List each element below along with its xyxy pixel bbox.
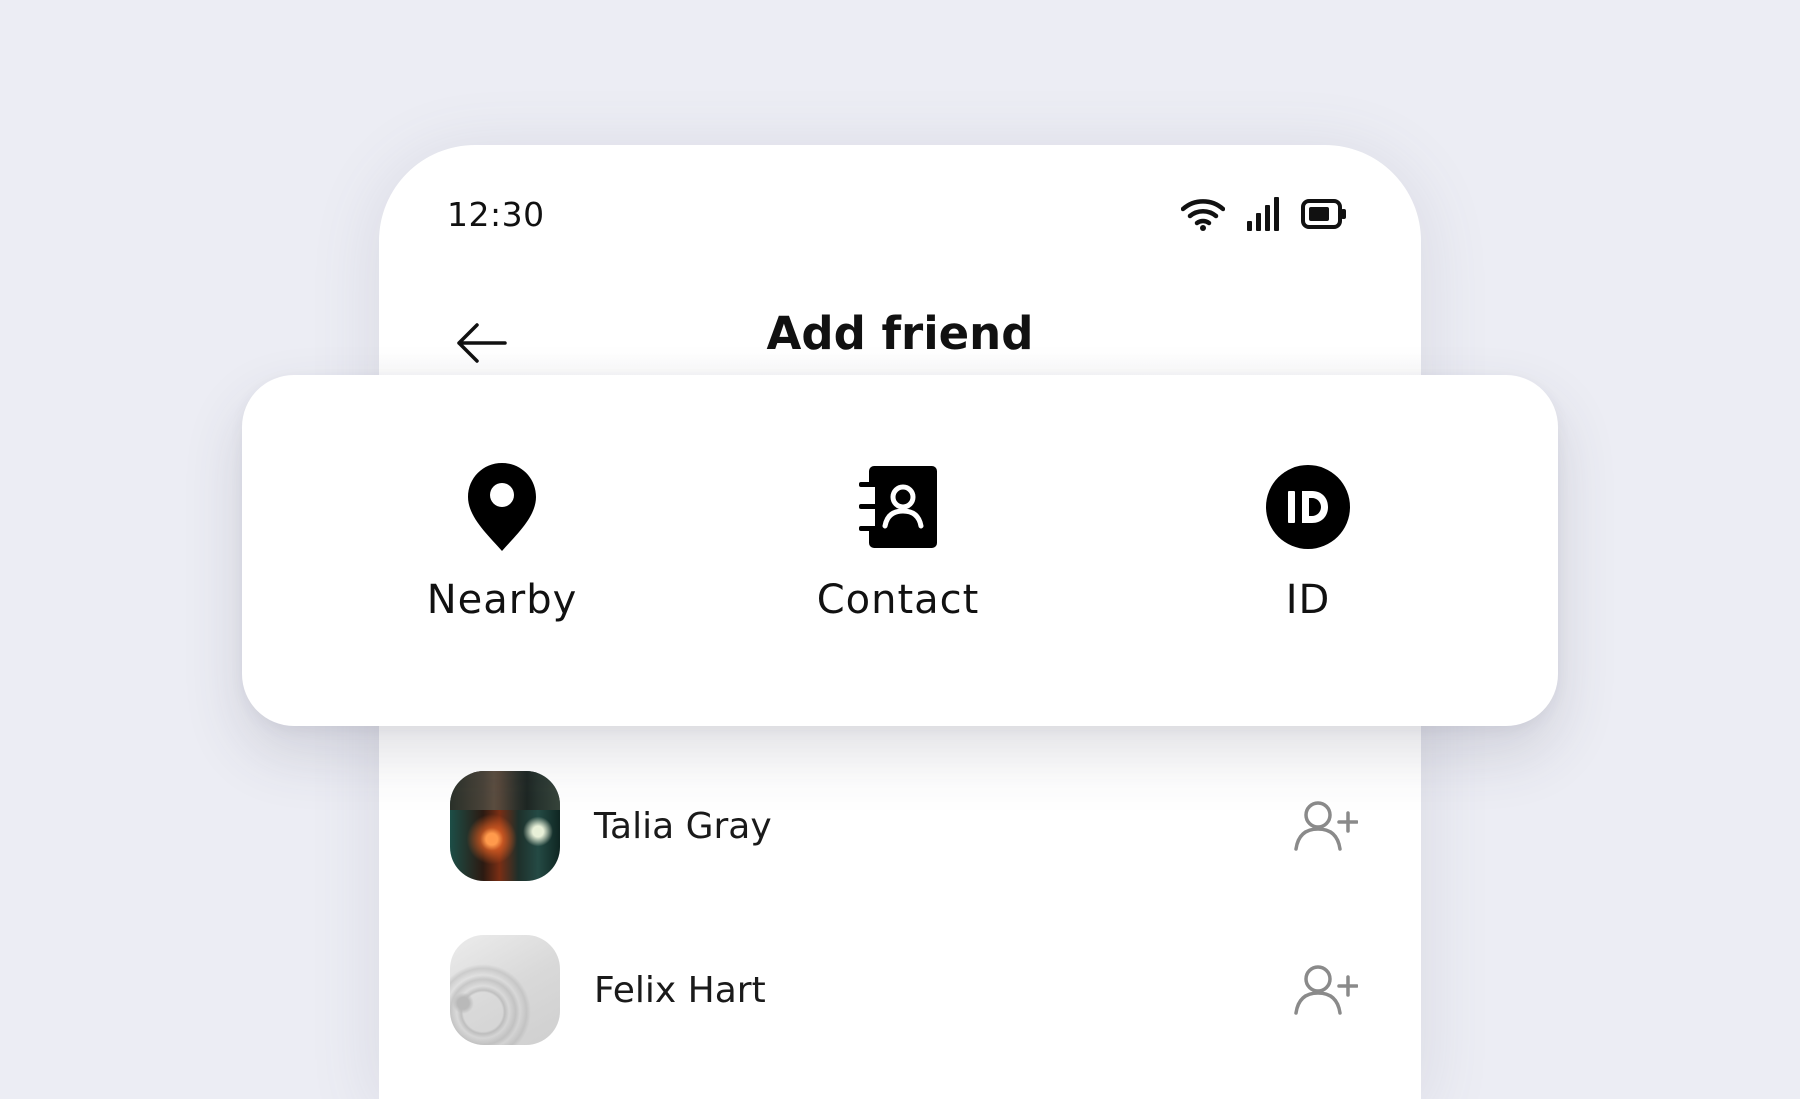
battery-icon	[1301, 198, 1347, 230]
avatar	[450, 935, 560, 1045]
nearby-button[interactable]: Nearby	[372, 461, 632, 641]
cellular-signal-icon	[1247, 197, 1279, 231]
person-name: Felix Hart	[594, 969, 766, 1011]
list-item: Felix Hart	[450, 935, 1360, 1045]
add-friend-button[interactable]	[1290, 960, 1360, 1020]
nearby-label: Nearby	[426, 577, 578, 623]
add-user-icon	[1294, 801, 1358, 851]
add-method-card: Nearby Contact ID	[242, 375, 1558, 726]
id-badge-icon	[1266, 461, 1350, 553]
person-name: Talia Gray	[594, 805, 772, 847]
contact-button[interactable]: Contact	[768, 461, 1028, 641]
status-bar: 12:30	[379, 145, 1421, 285]
add-user-icon	[1294, 965, 1358, 1015]
avatar	[450, 771, 560, 881]
status-icons	[1180, 197, 1347, 231]
location-pin-icon	[466, 461, 538, 553]
id-label: ID	[1285, 577, 1331, 623]
wifi-icon	[1180, 197, 1226, 231]
contact-label: Contact	[816, 577, 980, 623]
status-time: 12:30	[447, 195, 545, 234]
contact-book-icon	[857, 461, 939, 553]
add-friend-button[interactable]	[1290, 796, 1360, 856]
list-item: Talia Gray	[450, 771, 1360, 881]
page-title: Add friend	[766, 307, 1034, 360]
canvas: 12:30 Add friend Talia Gray Felix Hart N…	[0, 0, 1800, 1099]
id-button[interactable]: ID	[1178, 461, 1438, 641]
